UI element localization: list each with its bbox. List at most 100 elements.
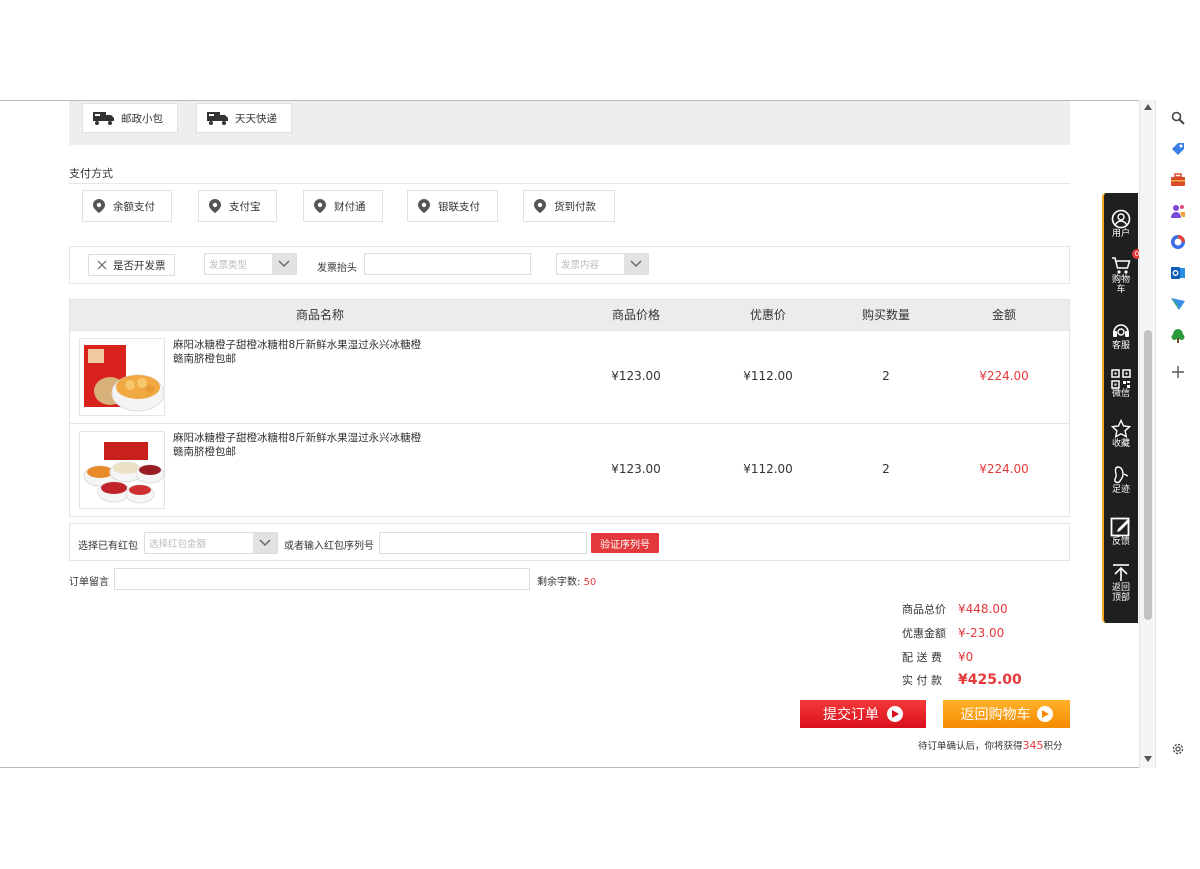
payment-option-cod[interactable]: 货到付款 (523, 190, 615, 222)
product-image[interactable] (79, 431, 165, 509)
scroll-down-icon[interactable] (1144, 756, 1152, 762)
toolbar-feedback[interactable]: 反馈 (1104, 515, 1138, 547)
red-packet-serial-label: 或者输入红包序列号 (284, 541, 374, 552)
toolbar-label: 反馈 (1111, 537, 1130, 547)
invoice-row: 是否开发票 发票类型 发票抬头 发票内容 (69, 246, 1070, 284)
payment-option-alipay[interactable]: 支付宝 (198, 190, 277, 222)
shipping-option-label: 邮政小包 (121, 112, 163, 125)
people-icon[interactable] (1168, 201, 1188, 221)
summary-pay: 实 付 款 ¥425.00 (902, 672, 1022, 688)
toolbox-icon[interactable] (1168, 170, 1188, 190)
summary-label: 商品总价 (902, 603, 946, 616)
product-name[interactable]: 麻阳冰糖橙子甜橙冰糖柑8斤新鲜水果湿过永兴冰糖橙赣南脐橙包邮 (173, 431, 423, 459)
location-pin-icon (314, 199, 326, 213)
verify-serial-button[interactable]: 验证序列号 (591, 533, 659, 553)
vertical-scrollbar[interactable] (1139, 100, 1155, 768)
qrcode-icon (1111, 369, 1131, 389)
invoice-content-select[interactable]: 发票内容 (556, 253, 649, 275)
shipping-option-post[interactable]: 邮政小包 (82, 103, 178, 133)
points-value: 345 (1022, 739, 1044, 752)
summary-label: 优惠金额 (902, 627, 946, 640)
user-icon (1111, 209, 1131, 229)
shipping-option-express[interactable]: 天天快递 (196, 103, 292, 133)
office-icon[interactable] (1168, 232, 1188, 252)
invoice-toggle-label: 是否开发票 (113, 259, 166, 272)
table-row: 麻阳冰糖橙子甜橙冰糖柑8斤新鲜水果湿过永兴冰糖橙赣南脐橙包邮 ¥123.00 ¥… (70, 330, 1069, 423)
toolbar-service[interactable]: 客服 (1104, 321, 1138, 351)
invoice-type-select[interactable]: 发票类型 (204, 253, 297, 275)
scrollbar-thumb[interactable] (1144, 330, 1152, 620)
truck-icon (207, 112, 228, 125)
gear-icon[interactable] (1168, 739, 1188, 759)
remaining-chars-count: 50 (583, 577, 597, 588)
play-icon (887, 706, 903, 722)
chevron-down-icon (272, 254, 296, 274)
submit-order-label: 提交订单 (823, 707, 879, 723)
invoice-title-label: 发票抬头 (317, 263, 357, 274)
outlook-icon[interactable] (1168, 263, 1188, 283)
tree-icon[interactable] (1168, 326, 1188, 346)
browser-side-panel (1155, 100, 1200, 768)
toolbar-history[interactable]: 足迹 (1104, 465, 1138, 495)
payment-option-label: 支付宝 (229, 200, 261, 213)
back-to-cart-button[interactable]: 返回购物车 (943, 700, 1070, 728)
remaining-chars: 剩余字数: 50 (537, 573, 596, 588)
location-pin-icon (93, 199, 105, 213)
invoice-toggle[interactable]: 是否开发票 (88, 254, 175, 276)
toolbar-label: 返回顶部 (1111, 583, 1130, 603)
toolbar-wechat[interactable]: 微信 (1104, 369, 1138, 399)
header-product-name: 商品名称 (295, 308, 344, 322)
toolbar-label: 客服 (1111, 341, 1130, 351)
select-placeholder: 发票类型 (209, 260, 248, 271)
summary-discount: 优惠金额 ¥-23.00 (902, 625, 1004, 641)
tag-icon[interactable] (1168, 139, 1188, 159)
red-packet-serial-input[interactable] (379, 532, 587, 554)
payment-option-label: 财付通 (334, 200, 366, 213)
payment-title: 支付方式 (69, 167, 113, 180)
summary-pay-value: ¥425.00 (958, 672, 1022, 688)
toolbar-label: 足迹 (1111, 485, 1130, 495)
toolbar-cart[interactable]: 购物车 (1104, 257, 1138, 295)
star-icon (1111, 419, 1131, 439)
toolbar-user[interactable]: 用户 (1104, 209, 1138, 239)
product-discount-price: ¥112.00 (743, 462, 793, 476)
footprint-icon (1114, 466, 1129, 484)
summary-shipping: 配 送 费 ¥0 (902, 649, 973, 665)
order-remark-input[interactable] (114, 568, 530, 590)
location-pin-icon (418, 199, 430, 213)
summary-value: ¥448.00 (958, 602, 1008, 616)
chevron-down-icon (624, 254, 648, 274)
header-price: 商品价格 (611, 308, 660, 322)
truck-icon (93, 112, 114, 125)
toolbar-back-to-top[interactable]: 返回顶部 (1104, 563, 1138, 603)
payment-option-tenpay[interactable]: 财付通 (303, 190, 383, 222)
summary-value: ¥-23.00 (958, 626, 1005, 640)
product-amount: ¥224.00 (979, 462, 1029, 476)
red-packet-select[interactable]: 选择红包金额 (144, 532, 278, 554)
scroll-up-icon[interactable] (1144, 104, 1152, 110)
plus-icon[interactable] (1168, 362, 1188, 382)
toolbar-favorite[interactable]: 收藏 (1104, 419, 1138, 449)
submit-order-button[interactable]: 提交订单 (800, 700, 926, 728)
summary-value: ¥0 (958, 650, 974, 664)
divider (69, 183, 1070, 184)
toolbar-label: 购物车 (1111, 275, 1130, 295)
search-icon[interactable] (1168, 108, 1188, 128)
cart-icon (1112, 257, 1131, 274)
product-image-graphic (84, 345, 164, 412)
payment-option-label: 货到付款 (554, 200, 596, 213)
product-name[interactable]: 麻阳冰糖橙子甜橙冰糖柑8斤新鲜水果湿过永兴冰糖橙赣南脐橙包邮 (173, 338, 423, 366)
edit-icon (1110, 517, 1130, 537)
summary-label: 实 付 款 (902, 674, 942, 687)
header-amount: 金额 (991, 308, 1016, 322)
payment-option-unionpay[interactable]: 银联支付 (407, 190, 498, 222)
send-icon[interactable] (1168, 294, 1188, 314)
page-viewport: 邮政小包 天天快递 支付方式 余额支付 支付宝 财付通 银联支付 货到付款 是否… (0, 100, 1155, 768)
chevron-down-icon (253, 533, 277, 553)
toolbar-label: 用户 (1111, 229, 1130, 239)
product-image[interactable] (79, 338, 165, 416)
product-quantity: 2 (882, 369, 890, 383)
payment-option-balance[interactable]: 余额支付 (82, 190, 172, 222)
toolbar-label: 微信 (1111, 389, 1130, 399)
invoice-title-input[interactable] (364, 253, 531, 275)
